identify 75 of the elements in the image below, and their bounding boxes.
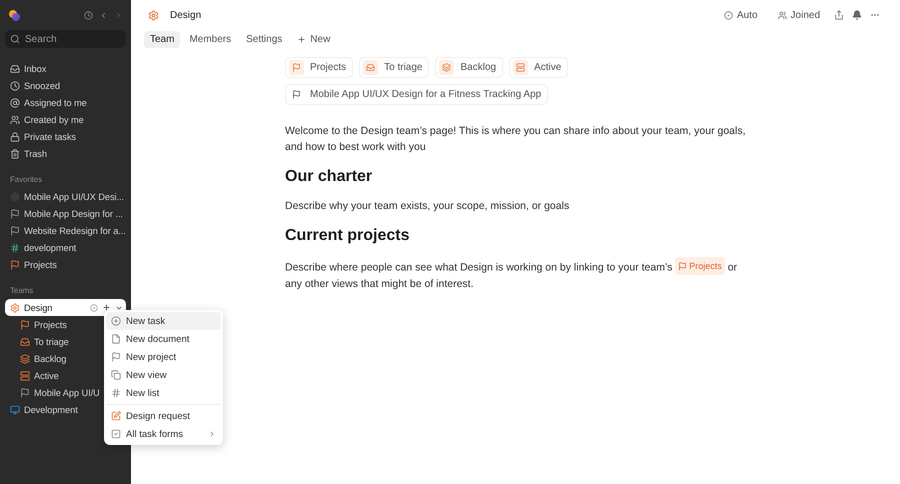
status-icon[interactable] xyxy=(90,304,98,312)
flag-icon xyxy=(292,63,301,72)
header-action[interactable]: Joined xyxy=(772,6,826,24)
gear-icon xyxy=(148,10,159,20)
copy-icon xyxy=(111,370,121,380)
flag-icon xyxy=(20,320,30,330)
view-chip[interactable]: Mobile App UI/UX Design for a Fitness Tracking App xyxy=(285,84,548,105)
tab[interactable]: Members xyxy=(183,30,238,48)
plus-icon xyxy=(111,316,121,326)
clock-icon xyxy=(10,80,20,90)
flag-icon xyxy=(20,388,30,398)
search-input[interactable]: Search xyxy=(25,34,115,44)
section-heading: Current projects xyxy=(285,227,410,245)
menu-item[interactable]: All task forms xyxy=(106,425,221,443)
flag-icon xyxy=(292,90,301,99)
users-icon xyxy=(778,10,787,20)
users-icon xyxy=(10,114,20,124)
section-heading: Our charter xyxy=(285,168,374,186)
trash-icon xyxy=(10,148,20,158)
flag-icon xyxy=(111,352,121,362)
search-icon xyxy=(10,34,20,44)
paragraph: Describe where people can see what Design is working on by linking to your team’s Projects or any other views that might be of interest. xyxy=(285,257,755,292)
menu-item[interactable]: New task xyxy=(106,312,221,330)
favorite-item[interactable]: Website Redesign for a... xyxy=(5,222,126,239)
favorite-item[interactable]: Mobile App UI/UX Desi... xyxy=(5,188,126,205)
new-tab-button[interactable]: New xyxy=(291,30,336,48)
nav-item[interactable]: Trash xyxy=(5,145,126,162)
edit-icon xyxy=(111,411,121,421)
nav-item[interactable]: Inbox xyxy=(5,60,126,77)
favorite-item[interactable]: Projects xyxy=(5,256,126,273)
hash-icon xyxy=(111,388,121,398)
view-chip[interactable]: To triage xyxy=(359,57,430,78)
paragraph: Describe why your team exists, your scope, mission, or goals xyxy=(285,199,570,214)
checkbox-icon xyxy=(111,429,121,439)
header-action[interactable]: Auto xyxy=(718,6,764,24)
add-icon[interactable] xyxy=(102,303,111,312)
team-item[interactable]: Design xyxy=(5,299,126,316)
view-chip[interactable]: Active xyxy=(509,57,568,78)
nav-item[interactable]: Created by me xyxy=(5,111,126,128)
plus-icon xyxy=(297,34,306,44)
tab[interactable]: Settings xyxy=(240,30,288,48)
stack-icon xyxy=(516,63,526,72)
document-icon xyxy=(111,334,121,344)
flag-icon xyxy=(678,262,688,270)
favorite-item[interactable]: development xyxy=(5,239,126,256)
paragraph: Welcome to the Design team’s page! This is where you can share info about your team, your goals, and how to best work with you xyxy=(285,124,746,155)
nav-item[interactable]: Snoozed xyxy=(5,77,126,94)
tab[interactable]: Team xyxy=(144,30,180,48)
inbox-icon xyxy=(10,64,20,74)
monitor-icon xyxy=(10,404,20,414)
nav-item[interactable]: Assigned to me xyxy=(5,94,126,111)
layers-icon xyxy=(20,354,30,364)
target-icon xyxy=(724,10,733,20)
page-title: Design xyxy=(170,10,202,20)
back-icon[interactable] xyxy=(99,11,108,20)
history-icon[interactable] xyxy=(84,11,93,20)
share-icon[interactable] xyxy=(834,10,844,20)
lock-icon xyxy=(10,132,20,142)
gear-icon xyxy=(10,302,20,312)
hash-icon xyxy=(10,242,20,252)
tray-icon xyxy=(20,336,30,346)
section-title: Teams xyxy=(10,286,34,295)
nav-item[interactable]: Private tasks xyxy=(5,128,126,145)
logo-icon xyxy=(8,9,21,22)
view-chip[interactable]: Projects xyxy=(285,57,354,78)
stack-icon xyxy=(20,370,30,380)
bell-icon[interactable] xyxy=(852,10,862,20)
search-field[interactable]: Search xyxy=(5,30,126,48)
flag-icon xyxy=(10,260,20,270)
at-icon xyxy=(10,98,20,108)
section-title: Favorites xyxy=(10,175,43,184)
tray-icon xyxy=(366,63,376,72)
favorite-item[interactable]: Mobile App Design for ... xyxy=(5,205,126,222)
layers-icon xyxy=(442,63,452,72)
view-chip[interactable]: Backlog xyxy=(435,57,504,78)
